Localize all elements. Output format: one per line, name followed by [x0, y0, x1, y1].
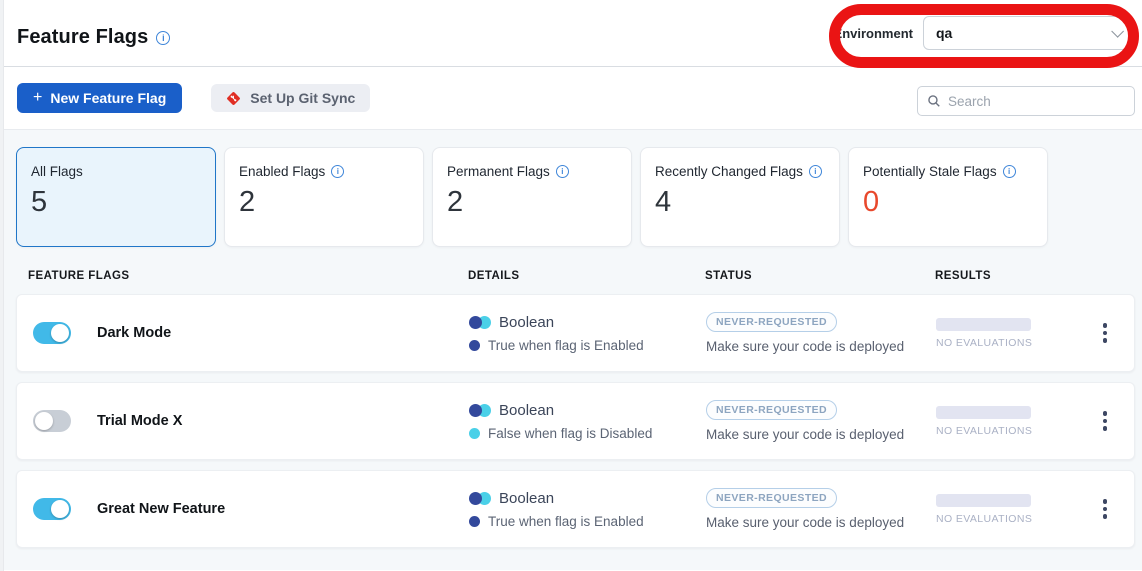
toggle-knob [51, 500, 69, 518]
column-header-status: Status [705, 270, 935, 282]
status-badge: NEVER-REQUESTED [706, 400, 837, 420]
set-up-git-sync-button[interactable]: Set Up Git Sync [211, 84, 370, 112]
status-text: Make sure your code is deployed [706, 339, 904, 354]
boolean-type-icon [469, 316, 491, 329]
stat-card-label: Enabled Flags [239, 164, 325, 179]
results-placeholder-bar [936, 318, 1031, 331]
new-feature-flag-label: New Feature Flag [50, 90, 166, 106]
stat-card-label: All Flags [31, 164, 83, 179]
stat-card-value: 2 [239, 186, 409, 219]
flags-table-header: Feature Flags Details Status Results [16, 247, 1135, 294]
default-value-dot-icon [469, 516, 480, 527]
flag-type-label: Boolean [499, 402, 554, 419]
toolbar: + New Feature Flag Set Up Git Sync [0, 67, 1142, 130]
git-icon [226, 91, 241, 106]
column-header-feature-flags: Feature Flags [28, 270, 468, 282]
search-icon [927, 94, 941, 108]
stat-card-label: Potentially Stale Flags [863, 164, 997, 179]
info-icon[interactable]: i [331, 165, 344, 178]
flag-default-text: True when flag is Enabled [488, 338, 644, 353]
title-info-icon[interactable]: i [156, 31, 170, 45]
window-edge [0, 0, 4, 571]
flag-name-link[interactable]: Dark Mode [97, 325, 171, 341]
stat-card-value: 2 [447, 186, 617, 219]
info-icon[interactable]: i [1003, 165, 1016, 178]
boolean-type-icon [469, 404, 491, 417]
status-text: Make sure your code is deployed [706, 515, 904, 530]
flag-row: Great New Feature Boolean True when flag… [16, 470, 1135, 548]
environment-select[interactable]: qa [923, 16, 1133, 50]
flag-default-text: False when flag is Disabled [488, 426, 652, 441]
flags-table-body: Dark Mode Boolean True when flag is Enab… [16, 294, 1135, 548]
content: All Flags 5 Enabled Flags i 2 Permanent … [0, 130, 1142, 570]
row-menu-kebab-icon[interactable] [1097, 407, 1114, 435]
stat-card[interactable]: Permanent Flags i 2 [432, 147, 632, 247]
new-feature-flag-button[interactable]: + New Feature Flag [17, 83, 182, 113]
results-text: NO EVALUATIONS [936, 425, 1076, 437]
stats-cards-row: All Flags 5 Enabled Flags i 2 Permanent … [0, 130, 1142, 247]
default-value-dot-icon [469, 428, 480, 439]
plus-icon: + [33, 90, 42, 106]
results-placeholder-bar [936, 494, 1031, 507]
stat-card[interactable]: Enabled Flags i 2 [224, 147, 424, 247]
flag-default-text: True when flag is Enabled [488, 514, 644, 529]
info-icon[interactable]: i [809, 165, 822, 178]
row-menu-kebab-icon[interactable] [1097, 495, 1114, 523]
flag-toggle[interactable] [33, 410, 71, 432]
stat-card[interactable]: All Flags 5 [16, 147, 216, 247]
status-badge: NEVER-REQUESTED [706, 488, 837, 508]
results-text: NO EVALUATIONS [936, 337, 1076, 349]
stat-card[interactable]: Recently Changed Flags i 4 [640, 147, 840, 247]
flag-name-link[interactable]: Great New Feature [97, 501, 225, 517]
status-text: Make sure your code is deployed [706, 427, 904, 442]
row-menu-kebab-icon[interactable] [1097, 319, 1114, 347]
toggle-knob [35, 412, 53, 430]
stat-card-label: Permanent Flags [447, 164, 550, 179]
flag-name-link[interactable]: Trial Mode X [97, 413, 182, 429]
flags-table: Feature Flags Details Status Results Dar… [16, 247, 1135, 548]
flag-type-label: Boolean [499, 490, 554, 507]
search-input[interactable] [948, 94, 1125, 109]
page-header: Feature Flags i Environment qa [0, 0, 1142, 67]
stat-card-label: Recently Changed Flags [655, 164, 803, 179]
flag-toggle[interactable] [33, 322, 71, 344]
status-badge: NEVER-REQUESTED [706, 312, 837, 332]
boolean-type-icon [469, 492, 491, 505]
info-icon[interactable]: i [556, 165, 569, 178]
stat-card[interactable]: Potentially Stale Flags i 0 [848, 147, 1048, 247]
stat-card-value: 5 [31, 186, 201, 219]
results-text: NO EVALUATIONS [936, 513, 1076, 525]
flag-type-label: Boolean [499, 314, 554, 331]
chevron-down-icon [1111, 25, 1124, 38]
search-box [917, 86, 1135, 116]
page-title: Feature Flags [17, 26, 148, 49]
default-value-dot-icon [469, 340, 480, 351]
toggle-knob [51, 324, 69, 342]
environment-group: Environment qa [834, 16, 1133, 50]
column-header-results: Results [935, 270, 1135, 282]
environment-select-value: qa [936, 25, 952, 41]
flag-row: Trial Mode X Boolean False when flag is … [16, 382, 1135, 460]
results-placeholder-bar [936, 406, 1031, 419]
set-up-git-sync-label: Set Up Git Sync [250, 90, 355, 106]
environment-label: Environment [834, 26, 913, 41]
stat-card-value: 4 [655, 186, 825, 219]
column-header-details: Details [468, 270, 705, 282]
flag-row: Dark Mode Boolean True when flag is Enab… [16, 294, 1135, 372]
flag-toggle[interactable] [33, 498, 71, 520]
stat-card-value: 0 [863, 186, 1033, 219]
